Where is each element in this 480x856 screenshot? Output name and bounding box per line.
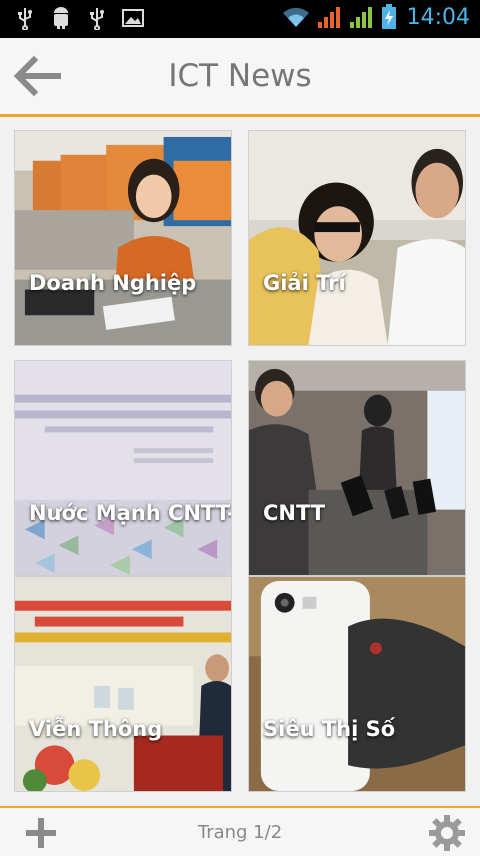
category-label: CNTT — [263, 501, 326, 525]
image-icon — [122, 9, 144, 27]
tile-photo — [249, 131, 465, 345]
usb-icon — [18, 8, 32, 30]
tile-photo — [15, 577, 231, 791]
signal-orange-icon — [317, 7, 340, 28]
category-tile-sieu-thi-so[interactable]: Siêu Thị Số — [248, 576, 466, 792]
tile-photo — [15, 131, 231, 345]
bottom-bar: Trang 1/2 — [0, 806, 480, 856]
category-tile-cntt[interactable]: CNTT — [248, 360, 466, 576]
app-header: ICT News — [0, 38, 480, 117]
status-bar: 14:04 — [0, 0, 480, 38]
tile-photo — [15, 361, 231, 575]
usb-icon — [90, 8, 104, 30]
category-grid: Doanh Nghiệp Giải Trí Nước Mạnh CNTT- CN… — [14, 130, 466, 794]
category-label: Nước Mạnh CNTT-TT — [29, 501, 232, 525]
category-tile-doanh-nghiep[interactable]: Doanh Nghiệp — [14, 130, 232, 346]
page-indicator: Trang 1/2 — [197, 822, 283, 843]
gear-icon[interactable] — [428, 814, 466, 852]
status-time: 14:04 — [406, 4, 470, 30]
category-tile-vien-thong[interactable]: Viễn Thông — [14, 576, 232, 792]
battery-charging-icon — [381, 4, 396, 29]
category-label: Giải Trí — [263, 271, 346, 295]
category-label: Siêu Thị Số — [263, 717, 396, 741]
tile-photo — [249, 577, 465, 791]
page-title: ICT News — [168, 58, 312, 94]
notification-icons — [14, 6, 144, 30]
category-label: Viễn Thông — [29, 717, 163, 741]
android-debug-icon — [54, 7, 68, 29]
signal-green-icon — [349, 7, 372, 28]
category-tile-giai-tri[interactable]: Giải Trí — [248, 130, 466, 346]
system-icons: 14:04 — [281, 4, 470, 30]
wifi-icon — [282, 7, 309, 27]
tile-photo — [249, 361, 465, 575]
category-tile-nuoc-manh-cntt-tt[interactable]: Nước Mạnh CNTT-TT — [14, 360, 232, 576]
category-label: Doanh Nghiệp — [29, 271, 197, 295]
